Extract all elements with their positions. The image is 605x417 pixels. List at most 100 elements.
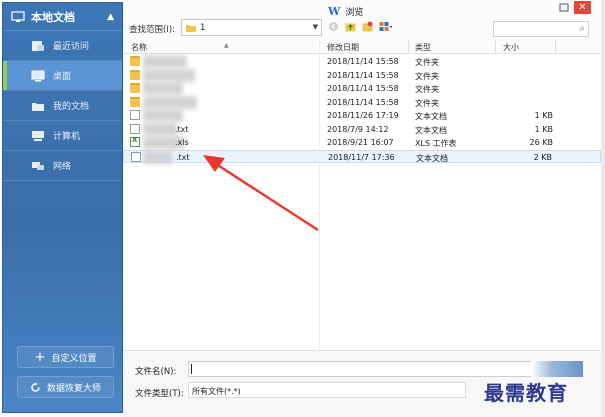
new-folder-icon[interactable]	[362, 21, 373, 32]
text-file-icon	[130, 110, 140, 120]
file-modified: 2018/11/14 15:58	[327, 84, 399, 93]
text-file-icon	[131, 151, 141, 162]
column-divider[interactable]	[555, 40, 556, 54]
search-icon: ⌕	[579, 23, 585, 34]
folder-icon	[32, 102, 44, 111]
sidebar-item-network[interactable]: 网络	[3, 151, 122, 181]
scope-select[interactable]: 1 ▼	[181, 19, 322, 36]
file-row[interactable]: 2018/11/26 17:19 文本文档 1 KB	[123, 109, 601, 123]
view-menu-icon[interactable]	[379, 21, 393, 32]
file-row[interactable]: .txt 2018/7/9 14:12 文本文档 1 KB	[123, 122, 601, 137]
filename-input[interactable]	[188, 361, 583, 377]
column-type[interactable]: 类型	[415, 42, 431, 53]
wps-logo-icon: W	[328, 5, 341, 18]
column-name[interactable]: 名称	[131, 42, 147, 53]
filetype-label: 文件类型(T):	[135, 389, 184, 399]
sidebar-item-computer[interactable]: 计算机	[3, 121, 122, 151]
file-name: .xls	[175, 138, 189, 147]
file-modified: 2018/11/14 15:58	[327, 97, 399, 107]
sidebar-item-documents[interactable]: 我的文档	[3, 91, 122, 121]
close-button[interactable]: ✕	[574, 1, 591, 14]
custom-location-label: 自定义位置	[51, 353, 97, 364]
data-recovery-button[interactable]: 数据恢复大师	[17, 376, 114, 398]
file-modified: 2018/11/14 15:58	[327, 57, 399, 66]
file-type: 文件夹	[415, 58, 439, 67]
file-type: 文件夹	[415, 98, 439, 108]
file-size: 1 KB	[534, 124, 553, 134]
file-row[interactable]: 2018/11/14 15:58 文件夹	[123, 68, 601, 83]
filetype-select[interactable]: 所有文件(*.*)	[188, 382, 466, 398]
file-type: 文本文档	[416, 153, 448, 163]
redacted-filename	[143, 82, 183, 95]
sidebar-item-recent[interactable]: 最近访问	[3, 31, 122, 61]
file-modified: 2018/11/7 17:36	[328, 152, 395, 162]
search-input[interactable]: ⌕	[493, 21, 589, 37]
collapse-icon[interactable]: ▲	[107, 12, 114, 22]
text-caret	[191, 364, 192, 374]
scope-label: 查找范围(I):	[129, 25, 176, 35]
file-name: .txt	[175, 124, 189, 134]
file-row[interactable]: 2018/11/14 15:58 文件夹	[123, 55, 601, 69]
red-arrow-annotation	[203, 155, 319, 232]
redacted-filename	[143, 109, 183, 122]
sidebar-header: 本地文档 ▲	[3, 3, 122, 31]
app-name: 浏览	[345, 8, 364, 18]
file-modified: 2018/9/21 16:07	[327, 138, 394, 147]
spreadsheet-icon	[130, 136, 140, 147]
close-icon: ✕	[578, 2, 587, 13]
redacted-filename	[143, 95, 197, 109]
computer-icon	[32, 130, 44, 141]
folder-icon	[130, 69, 140, 80]
redacted-filename	[143, 122, 177, 136]
file-size: 1 KB	[534, 111, 553, 120]
sort-ascending-icon: ▲	[224, 42, 229, 49]
file-type: 文本文档	[415, 112, 447, 121]
clock-icon	[32, 40, 44, 51]
sidebar-item-label: 计算机	[53, 132, 81, 142]
file-rows: 2018/11/14 15:58 文件夹 2018/11/14 15:58 文件夹 20…	[123, 55, 601, 164]
file-type: 文件夹	[415, 71, 439, 81]
file-modified: 2018/11/26 17:19	[327, 111, 399, 120]
file-name: .txt	[176, 152, 190, 162]
redacted-filename	[143, 68, 195, 82]
redacted-filename	[143, 55, 187, 68]
monitor-icon	[31, 70, 45, 81]
file-type: 文本文档	[415, 125, 447, 135]
column-header: 名称 ▲ 修改日期 类型 大小	[123, 40, 601, 54]
open-button[interactable]	[531, 361, 583, 377]
folder-icon	[130, 56, 140, 66]
column-size[interactable]: 大小	[503, 42, 519, 53]
back-icon[interactable]	[328, 21, 339, 32]
minimize-button[interactable]	[555, 1, 572, 14]
file-row[interactable]: 2018/11/14 15:58 文件夹	[123, 82, 601, 96]
up-folder-icon[interactable]	[345, 21, 356, 32]
data-recovery-label: 数据恢复大师	[46, 383, 101, 394]
window-edge	[601, 0, 605, 417]
folder-icon	[130, 83, 140, 93]
file-size: 26 KB	[529, 138, 553, 147]
column-divider[interactable]	[495, 40, 496, 54]
custom-location-button[interactable]: + 自定义位置	[17, 346, 114, 368]
text-file-icon	[130, 123, 140, 134]
monitor-icon	[11, 10, 25, 22]
sidebar-title: 本地文档	[31, 10, 75, 24]
folder-icon	[186, 25, 196, 32]
file-row[interactable]: 2018/11/14 15:58 文件夹	[123, 95, 601, 110]
file-type: 文件夹	[415, 85, 439, 94]
column-modified[interactable]: 修改日期	[327, 42, 359, 53]
sidebar-item-label: 网络	[53, 162, 72, 172]
app-title: W 浏览	[328, 5, 363, 18]
plus-icon: +	[34, 349, 46, 365]
column-divider[interactable]	[408, 40, 409, 54]
sidebar: 本地文档 ▲ 最近访问 桌面 我的文档 计算机 网络 + 自定义位置 数据恢复大…	[2, 2, 123, 413]
toolbar-icons	[328, 21, 393, 32]
sidebar-item-desktop[interactable]: 桌面	[3, 61, 122, 91]
scope-value: 1	[200, 22, 206, 33]
chevron-down-icon: ▼	[312, 23, 318, 31]
file-size: 2 KB	[533, 152, 552, 162]
file-row[interactable]: .xls 2018/9/21 16:07 XLS 工作表 26 KB	[123, 136, 601, 150]
file-type: XLS 工作表	[415, 139, 457, 148]
file-modified: 2018/11/14 15:58	[327, 70, 399, 80]
filename-label: 文件名(N):	[135, 367, 177, 377]
watermark: 最需教育	[484, 381, 568, 405]
